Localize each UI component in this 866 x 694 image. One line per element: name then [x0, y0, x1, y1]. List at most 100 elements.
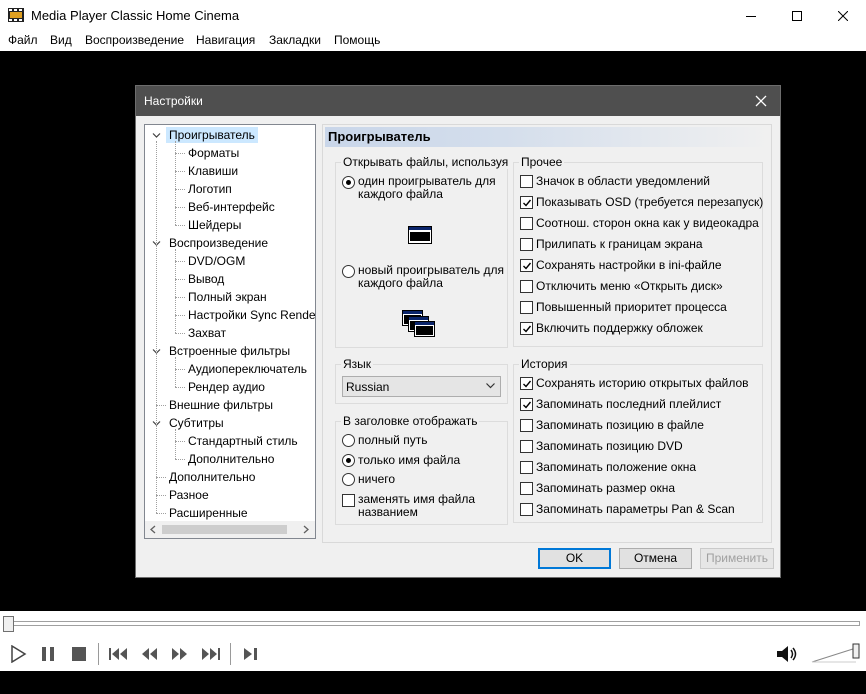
tree-item[interactable]: DVD/OGM	[188, 253, 245, 269]
checkbox[interactable]	[520, 175, 533, 188]
apply-button[interactable]: Применить	[700, 548, 774, 569]
checkbox[interactable]	[520, 196, 533, 209]
tree-item[interactable]: Форматы	[188, 145, 239, 161]
stop-button[interactable]	[66, 641, 92, 667]
expand-chevron-icon[interactable]	[152, 131, 161, 140]
tree-item[interactable]: Вывод	[188, 271, 224, 287]
ok-button[interactable]: OK	[538, 548, 611, 569]
checkbox[interactable]	[520, 482, 533, 495]
radio-new-player[interactable]	[342, 265, 355, 278]
menu-navigation[interactable]: Навигация	[196, 33, 255, 47]
next-button[interactable]	[198, 641, 224, 667]
checkbox-label[interactable]: Запоминать позицию в файле	[536, 418, 704, 432]
tree-item[interactable]: Веб-интерфейс	[188, 199, 275, 215]
menu-bookmarks[interactable]: Закладки	[269, 33, 321, 47]
rewind-button[interactable]	[136, 641, 162, 667]
cancel-button[interactable]: Отмена	[619, 548, 692, 569]
menu-help[interactable]: Помощь	[334, 33, 380, 47]
tree-item[interactable]: Логотип	[188, 181, 232, 197]
menu-view[interactable]: Вид	[50, 33, 72, 47]
radio-nothing[interactable]	[342, 473, 355, 486]
checkbox-label[interactable]: Повышенный приоритет процесса	[536, 300, 727, 314]
scroll-right-icon[interactable]	[302, 525, 310, 534]
replace-name-checkbox[interactable]	[342, 494, 355, 507]
tree-item[interactable]: Клавиши	[188, 163, 238, 179]
forward-button[interactable]	[167, 641, 193, 667]
checkbox[interactable]	[520, 377, 533, 390]
radio-single-player-label[interactable]: один проигрыватель для каждого файла	[358, 175, 508, 201]
stop-icon	[72, 647, 86, 661]
checkbox-label[interactable]: Запоминать позицию DVD	[536, 439, 683, 453]
tree-item[interactable]: Воспроизведение	[169, 235, 268, 251]
tree-item[interactable]: Встроенные фильтры	[169, 343, 290, 359]
radio-new-player-label[interactable]: новый проигрыватель для каждого файла	[358, 264, 508, 290]
checkbox[interactable]	[520, 259, 533, 272]
checkbox-label[interactable]: Прилипать к границам экрана	[536, 237, 703, 251]
window-titlebar: Media Player Classic Home Cinema	[0, 0, 866, 31]
volume-slider[interactable]	[810, 640, 862, 666]
frame-step-button[interactable]	[238, 641, 264, 667]
radio-file-name-label[interactable]: только имя файла	[358, 453, 460, 467]
close-button[interactable]	[820, 0, 866, 31]
tree-item[interactable]: Дополнительно	[169, 469, 255, 485]
tree-item[interactable]: Аудиопереключатель	[188, 361, 307, 377]
checkmark-icon	[523, 325, 532, 333]
checkbox-label[interactable]: Запоминать последний плейлист	[536, 397, 721, 411]
checkbox[interactable]	[520, 419, 533, 432]
tree-item[interactable]: Захват	[188, 325, 226, 341]
checkbox-label[interactable]: Значок в области уведомлений	[536, 174, 710, 188]
mute-button[interactable]	[774, 641, 800, 667]
tree-item[interactable]: Стандартный стиль	[188, 433, 298, 449]
pause-icon	[42, 647, 54, 661]
checkbox-label[interactable]: Сохранять настройки в ini-файле	[536, 258, 722, 272]
radio-full-path-label[interactable]: полный путь	[358, 433, 427, 447]
checkbox-label[interactable]: Запоминать положение окна	[536, 460, 696, 474]
scroll-left-icon[interactable]	[149, 525, 157, 534]
checkbox[interactable]	[520, 217, 533, 230]
radio-full-path[interactable]	[342, 434, 355, 447]
checkbox-label[interactable]: Отключить меню «Открыть диск»	[536, 279, 723, 293]
previous-button[interactable]	[105, 641, 131, 667]
dialog-close-button[interactable]	[746, 89, 776, 113]
checkbox-label[interactable]: Включить поддержку обложек	[536, 321, 703, 335]
maximize-button[interactable]	[774, 0, 820, 31]
tree-item[interactable]: Полный экран	[188, 289, 267, 305]
language-select[interactable]: Russian	[342, 376, 501, 397]
checkbox[interactable]	[520, 503, 533, 516]
radio-file-name[interactable]	[342, 454, 355, 467]
tree-item[interactable]: Расширенные	[169, 505, 248, 521]
checkbox-label[interactable]: Соотнош. сторон окна как у видеокадра	[536, 216, 759, 230]
seek-track[interactable]	[4, 621, 860, 626]
minimize-button[interactable]	[728, 0, 774, 31]
seek-thumb[interactable]	[3, 616, 14, 632]
tree-item[interactable]: Разное	[169, 487, 209, 503]
tree-item[interactable]: Проигрыватель	[166, 127, 258, 143]
radio-nothing-label[interactable]: ничего	[358, 472, 395, 486]
checkbox[interactable]	[520, 398, 533, 411]
tree-horizontal-scrollbar[interactable]	[145, 521, 315, 538]
seek-bar[interactable]	[0, 611, 866, 635]
tree-item[interactable]: Шейдеры	[188, 217, 241, 233]
checkbox-label[interactable]: Запоминать размер окна	[536, 481, 675, 495]
radio-single-player[interactable]	[342, 176, 355, 189]
checkbox[interactable]	[520, 440, 533, 453]
checkbox[interactable]	[520, 301, 533, 314]
pause-button[interactable]	[35, 641, 61, 667]
checkbox[interactable]	[520, 461, 533, 474]
checkbox[interactable]	[520, 238, 533, 251]
checkbox[interactable]	[520, 280, 533, 293]
tree-item[interactable]: Рендер аудио	[188, 379, 265, 395]
menu-playback[interactable]: Воспроизведение	[85, 33, 184, 47]
play-button[interactable]	[5, 641, 31, 667]
checkbox-label[interactable]: Запоминать параметры Pan & Scan	[536, 502, 735, 516]
menu-file[interactable]: Файл	[8, 33, 38, 47]
replace-name-label[interactable]: заменять имя файла названием	[358, 493, 506, 519]
checkbox[interactable]	[520, 322, 533, 335]
tree-item[interactable]: Субтитры	[169, 415, 224, 431]
tree-item[interactable]: Настройки Sync Render	[188, 307, 315, 323]
checkbox-label[interactable]: Сохранять историю открытых файлов	[536, 376, 749, 390]
tree-item[interactable]: Дополнительно	[188, 451, 274, 467]
checkbox-label[interactable]: Показывать OSD (требуется перезапуск)	[536, 195, 763, 209]
tree-item[interactable]: Внешние фильтры	[169, 397, 273, 413]
scrollbar-thumb[interactable]	[162, 525, 287, 534]
